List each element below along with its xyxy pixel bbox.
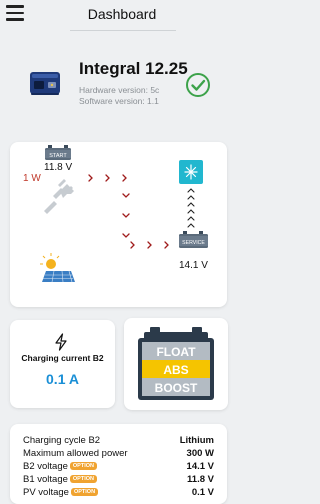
solar-panel-icon	[40, 253, 75, 283]
input-power-value: 1 W	[23, 173, 41, 184]
stat-label: B1 voltage	[23, 474, 68, 485]
stat-value: 300 W	[186, 448, 214, 459]
float-stage-label: FLOAT	[156, 345, 196, 359]
ac-plug-icon	[44, 179, 74, 214]
lightning-bolt-icon	[55, 333, 67, 351]
device-name: Integral 12.25	[79, 59, 188, 78]
stat-label: B2 voltage	[23, 461, 68, 472]
svg-text:SERVICE: SERVICE	[182, 240, 205, 246]
status-ok-icon	[186, 73, 210, 97]
page-title: Dashboard	[87, 6, 157, 22]
start-battery-icon: START	[45, 145, 71, 160]
stat-label: PV voltage	[23, 487, 69, 498]
service-battery-voltage: 14.1 V	[179, 260, 208, 271]
option-badge: OPTION	[69, 462, 97, 470]
charging-current-value: 0.1 A	[46, 371, 79, 387]
abs-stage-label: ABS	[163, 363, 188, 377]
stat-value: 11.8 V	[187, 474, 214, 485]
charge-stage-battery: FLOAT ABS BOOST	[138, 327, 214, 400]
stat-row-charging-cycle: Charging cycle B2 Lithium	[23, 435, 214, 447]
header-divider	[70, 30, 176, 31]
fridge-icon	[179, 160, 203, 184]
charging-current-label: Charging current B2	[21, 353, 104, 363]
stat-value: 14.1 V	[186, 461, 214, 472]
start-battery-voltage: 11.8 V	[44, 162, 73, 173]
stat-label: Maximum allowed power	[23, 448, 128, 459]
stat-value: 0.1 V	[191, 487, 214, 498]
boost-stage-label: BOOST	[155, 381, 198, 395]
stat-row-max-power: Maximum allowed power 300 W	[23, 448, 214, 460]
software-version: Software version: 1.1	[79, 96, 159, 106]
stat-label: Charging cycle B2	[23, 435, 101, 446]
stat-row-pv-voltage: PV voltage OPTION 0.1 V	[23, 487, 214, 499]
hardware-version: Hardware version: 5c	[79, 85, 160, 95]
stat-row-b1-voltage: B1 voltage OPTION 11.8 V	[23, 474, 214, 486]
option-badge: OPTION	[70, 488, 99, 496]
option-badge: OPTION	[69, 475, 97, 483]
charger-device-icon	[30, 72, 60, 95]
energy-flow-diagram: START SERVICE	[40, 145, 208, 283]
service-battery-icon: SERVICE	[179, 231, 208, 248]
stat-row-b2-voltage: B2 voltage OPTION 14.1 V	[23, 461, 214, 473]
stat-value: Lithium	[179, 435, 214, 446]
svg-text:START: START	[49, 153, 67, 159]
